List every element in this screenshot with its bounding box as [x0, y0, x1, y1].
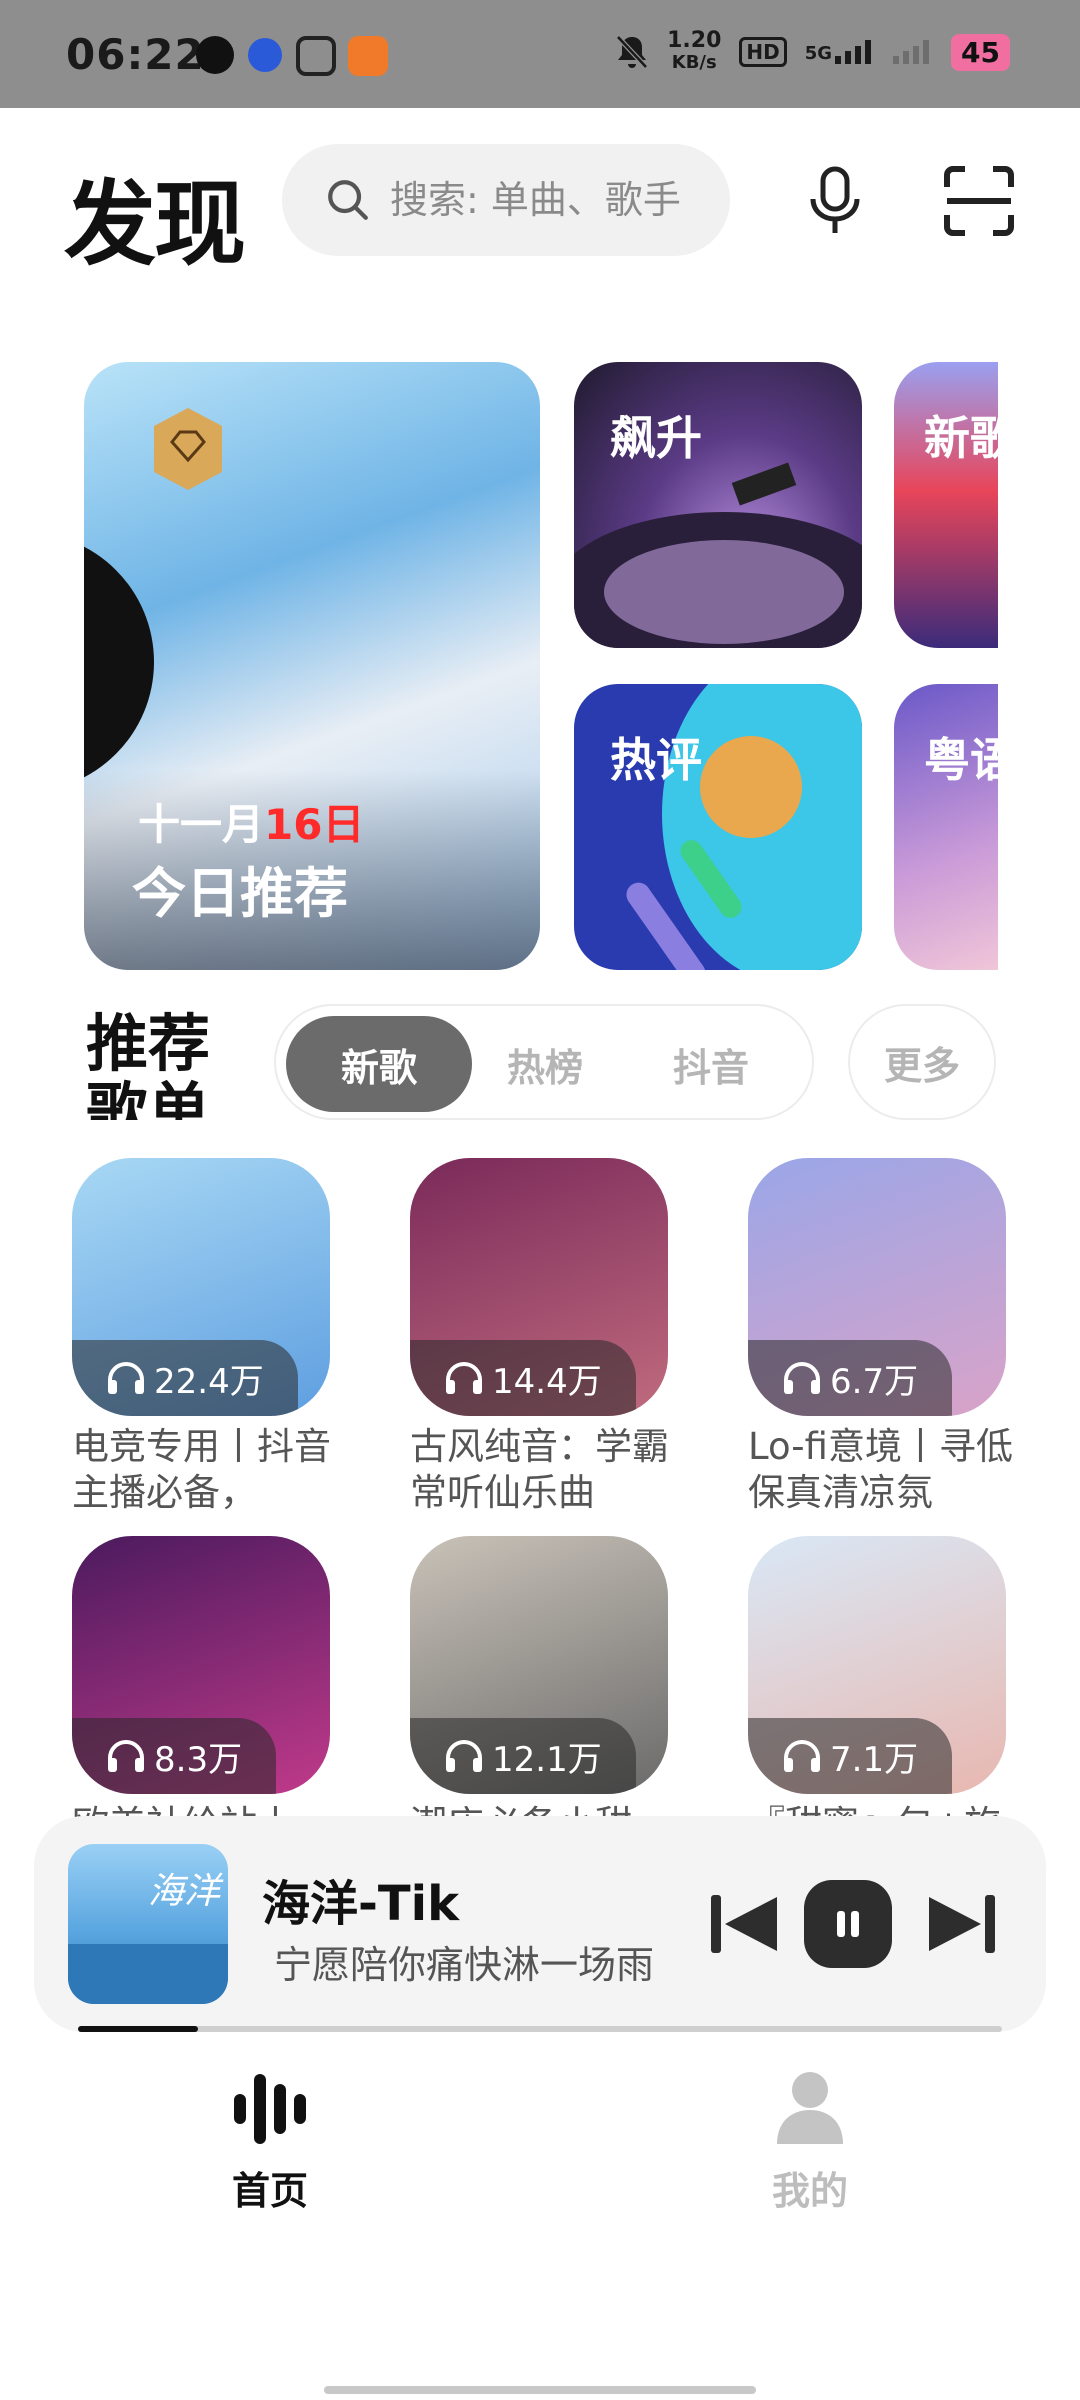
nav-mine-label: 我的 [771, 2169, 848, 2213]
new-songs-card[interactable]: 新歌 [894, 362, 998, 648]
playlist-cover[interactable]: 12.1万 [410, 1536, 668, 1794]
pause-icon [837, 1911, 859, 1937]
home-waveform-icon [234, 2074, 306, 2144]
playlist-item[interactable]: 22.4万电竞专用丨抖音主播必备， [72, 1158, 342, 1516]
playlist-tabs: 新歌 热榜 抖音 [274, 1004, 814, 1120]
search-box[interactable] [282, 144, 730, 256]
headphones-icon [108, 1362, 144, 1394]
play-count: 7.1万 [830, 1739, 919, 1780]
scan-icon [944, 166, 1014, 236]
more-button[interactable]: 更多 [848, 1004, 996, 1120]
play-count: 14.4万 [492, 1361, 602, 1402]
skip-next-icon [929, 1895, 995, 1953]
network-speed: 1.20 KB/s [667, 30, 721, 74]
tab-new-songs[interactable]: 新歌 [286, 1016, 472, 1112]
playlist-cover[interactable]: 7.1万 [748, 1536, 1006, 1794]
status-bar: 06:22 1.20 KB/s HD 5G 45 [0, 0, 1080, 108]
surge-label: 飙升 [610, 411, 702, 465]
album-art-text: 海洋 [148, 1871, 221, 1912]
pause-button[interactable] [804, 1880, 892, 1968]
status-time: 06:22 [66, 30, 205, 79]
speed-value: 1.20 [667, 28, 722, 53]
daily-title: 今日推荐 [132, 862, 348, 925]
playlist-item[interactable]: 6.7万 Lo-fi意境丨寻低保真清凉氛 [748, 1158, 1018, 1516]
playlist-title: Lo-fi意境丨寻低保真清凉氛 [748, 1425, 1013, 1514]
nav-home[interactable]: 首页 [170, 2070, 370, 2215]
shopping-notification-icon [348, 36, 388, 76]
playlist-cover[interactable]: 6.7万 [748, 1158, 1006, 1416]
hd-badge: HD [739, 37, 787, 67]
headphones-icon [108, 1740, 144, 1772]
hot-comments-card[interactable]: 热评 [574, 684, 862, 970]
signal-icon [835, 40, 872, 64]
battery-indicator: 45 [951, 33, 1010, 71]
tiktok-notification-icon [196, 36, 234, 74]
vinyl-record-decoration [84, 532, 154, 792]
page-title: 发现 [64, 171, 246, 278]
cantonese-label: 粤语 [924, 733, 998, 787]
song-title: 海洋-Tik [262, 1876, 460, 1932]
play-count: 6.7万 [830, 1361, 919, 1402]
nav-home-label: 首页 [231, 2169, 308, 2213]
mini-player[interactable]: 海洋 海洋-Tik 宁愿陪你痛快淋一场雨 [34, 1816, 1046, 2032]
playlist-cover[interactable]: 22.4万 [72, 1158, 330, 1416]
album-art[interactable]: 海洋 [68, 1844, 228, 2004]
play-count: 22.4万 [154, 1361, 264, 1402]
status-right: 1.20 KB/s HD 5G 45 [615, 30, 1010, 74]
scan-button[interactable] [934, 156, 1024, 246]
new-songs-label: 新歌 [924, 411, 998, 465]
play-count-badge: 8.3万 [72, 1718, 277, 1794]
playlist-cover[interactable]: 8.3万 [72, 1536, 330, 1794]
play-count-badge: 12.1万 [410, 1718, 636, 1794]
playlist-item[interactable]: 14.4万古风纯音：学霸常听仙乐曲 [410, 1158, 680, 1516]
diamond-badge-icon [154, 408, 222, 490]
speed-unit: KB/s [671, 52, 717, 73]
play-count-badge: 7.1万 [748, 1718, 953, 1794]
section-title: 推荐歌单 [86, 1010, 211, 1120]
playlist-title: 电竞专用丨抖音主播必备， [72, 1425, 331, 1514]
search-icon [328, 180, 368, 220]
previous-button[interactable] [698, 1878, 790, 1970]
play-count: 12.1万 [492, 1739, 602, 1780]
headphones-icon [446, 1740, 482, 1772]
headphones-icon [446, 1362, 482, 1394]
nav-mine[interactable]: 我的 [710, 2070, 910, 2215]
playlist-cover[interactable]: 14.4万 [410, 1158, 668, 1416]
cantonese-card[interactable]: 粤语 [894, 684, 998, 970]
network-type: 5G [805, 40, 875, 64]
app-notification-icon [248, 38, 282, 72]
user-icon [777, 2072, 843, 2144]
next-button[interactable] [916, 1878, 1008, 1970]
voice-search-button[interactable] [790, 156, 880, 246]
skip-previous-icon [711, 1895, 777, 1953]
home-indicator[interactable] [324, 2386, 756, 2394]
hot-comments-label: 热评 [610, 733, 702, 787]
daily-date: 十一月16日 [138, 800, 365, 849]
surge-chart-card[interactable]: 飙升 [574, 362, 862, 648]
tab-douyin[interactable]: 抖音 [618, 1016, 804, 1112]
playback-progress[interactable] [78, 2026, 1002, 2032]
tab-hot-chart[interactable]: 热榜 [452, 1016, 638, 1112]
hot-card-ball [700, 736, 802, 838]
play-count: 8.3万 [154, 1739, 243, 1780]
wallet-notification-icon [296, 36, 336, 76]
playlist-title: 古风纯音：学霸常听仙乐曲 [410, 1425, 669, 1514]
search-input[interactable] [390, 178, 730, 222]
album-art-sea [68, 1944, 228, 2004]
song-lyric: 宁愿陪你痛快淋一场雨 [274, 1943, 655, 1984]
play-count-badge: 6.7万 [748, 1340, 953, 1416]
signal-2-icon [893, 40, 930, 64]
daily-recommend-card[interactable]: 十一月16日 今日推荐 [84, 362, 540, 970]
play-count-badge: 22.4万 [72, 1340, 298, 1416]
microphone-icon [810, 166, 860, 233]
mute-icon [616, 35, 648, 69]
play-count-badge: 14.4万 [410, 1340, 636, 1416]
headphones-icon [784, 1740, 820, 1772]
playback-progress-fill [78, 2026, 199, 2032]
headphones-icon [784, 1362, 820, 1394]
